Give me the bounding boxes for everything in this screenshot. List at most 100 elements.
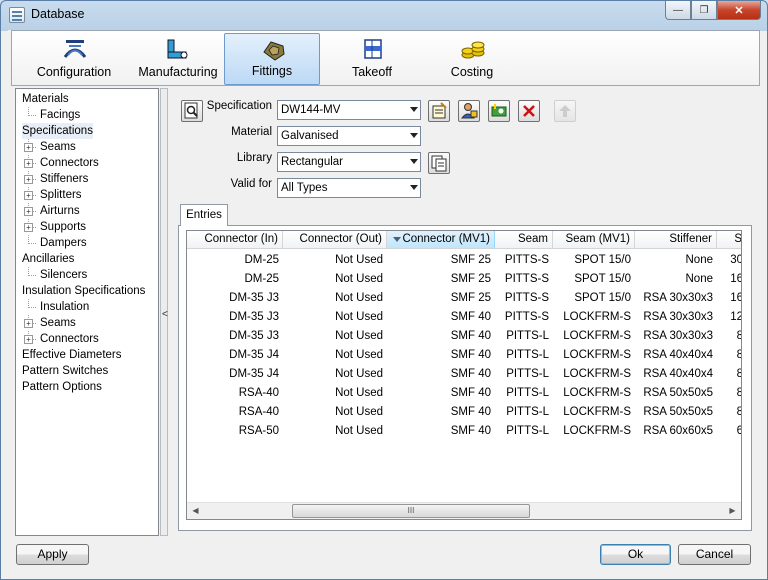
table-row[interactable]: DM-25 Not Used SMF 25 PITTS-S SPOT 15/0 None 3… [187, 251, 742, 270]
up-arrow-icon [559, 105, 571, 117]
tab-entries[interactable]: Entries [180, 204, 228, 226]
upload-button[interactable] [554, 100, 576, 122]
horizontal-scrollbar[interactable]: ◀ III ▶ [187, 502, 741, 519]
table-row[interactable]: DM-35 J4 Not Used SMF 40 PITTS-L LOCKFRM-S RS… [187, 365, 741, 384]
scroll-right-icon[interactable]: ▶ [724, 503, 741, 519]
tree-node[interactable]: Specifications [16, 123, 158, 139]
table-cell: DM-35 J3 [229, 330, 279, 342]
valid-for-select[interactable]: All Types [277, 178, 421, 198]
tree-node[interactable]: Insulation [16, 299, 158, 315]
table-row[interactable]: RSA-40 Not Used SMF 40 PITTS-L LOCKFRM-S RSA … [187, 384, 741, 403]
tree-expand-icon[interactable]: + [24, 207, 33, 216]
table-row[interactable]: RSA-40 Not Used SMF 40 PITTS-L LOCKFRM-S RSA … [187, 403, 741, 422]
table-row[interactable]: RSA-50 Not Used SMF 40 PITTS-L LOCKFRM-S RSA … [187, 422, 741, 441]
scroll-left-icon[interactable]: ◀ [187, 503, 204, 519]
tree-node[interactable]: Insulation Specifications [16, 283, 158, 299]
tree-node[interactable]: + Stiffeners [16, 171, 158, 187]
library-select[interactable]: Rectangular [277, 152, 421, 172]
tree-node[interactable]: + Airturns [16, 203, 158, 219]
tree-node-label: Splitters [40, 189, 82, 201]
library-details-button[interactable] [428, 152, 450, 174]
database-window: Database — ❐ ✕ Configuration Manufacturi… [0, 0, 768, 580]
apply-button[interactable]: Apply [16, 544, 89, 565]
tree-node-label: Pattern Switches [22, 365, 109, 377]
tree-node[interactable]: Effective Diameters [16, 347, 158, 363]
table-cell: SMF 40 [450, 425, 491, 437]
column-header[interactable]: S [717, 231, 741, 249]
table-row[interactable]: DM-35 J3 Not Used SMF 25 PITTS-S SPOT 15/0 RS… [187, 289, 742, 308]
table-cell: LOCKFRM-S [563, 387, 631, 399]
tree-connector-line [28, 307, 36, 308]
tree-expand-icon[interactable]: + [24, 223, 33, 232]
table-cell: 16 [730, 292, 742, 304]
tree-node[interactable]: + Seams [16, 315, 158, 331]
tree-node[interactable]: + Connectors [16, 155, 158, 171]
material-select[interactable]: Galvanised [277, 126, 421, 146]
column-header[interactable]: Seam (MV1) [553, 231, 635, 249]
column-header[interactable]: Stiffener [635, 231, 717, 249]
minimize-button[interactable]: — [665, 1, 691, 20]
tree-node[interactable]: + Supports [16, 219, 158, 235]
table-cell: SMF 40 [450, 349, 491, 361]
delete-specification-button[interactable] [518, 100, 540, 122]
tool-fittings[interactable]: Fittings [224, 33, 320, 85]
tree-expand-icon[interactable]: + [24, 175, 33, 184]
tool-costing[interactable]: Costing [424, 33, 520, 85]
user-icon [460, 103, 478, 119]
new-specification-button[interactable] [488, 100, 510, 122]
tree-node[interactable]: + Seams [16, 139, 158, 155]
tree-collapse-splitter[interactable]: < [160, 88, 168, 536]
table-cell: 30 [730, 254, 742, 266]
maximize-button[interactable]: ❐ [691, 1, 717, 20]
tree-expand-icon[interactable]: + [24, 319, 33, 328]
specification-select[interactable]: DW144-MV [277, 100, 421, 120]
tree-node[interactable]: Dampers [16, 235, 158, 251]
tree-expand-icon[interactable]: + [24, 159, 33, 168]
edit-specification-button[interactable] [428, 100, 450, 122]
table-row[interactable]: DM-35 J3 Not Used SMF 40 PITTS-L LOCKFRM-S RS… [187, 327, 741, 346]
tree-node[interactable]: Pattern Options [16, 379, 158, 395]
tree-expand-icon[interactable]: + [24, 143, 33, 152]
library-label: Library [236, 152, 272, 164]
tree-node[interactable]: Pattern Switches [16, 363, 158, 379]
table-cell: 6 [717, 422, 741, 441]
column-header[interactable]: Connector (Out) [283, 231, 387, 249]
ok-button[interactable]: Ok [600, 544, 671, 565]
tool-takeoff[interactable]: Takeoff [324, 33, 420, 85]
material-value: Galvanised [281, 130, 339, 142]
tree-expand-icon[interactable]: + [24, 335, 33, 344]
column-header[interactable]: Connector (MV1) [387, 231, 495, 249]
tree-node[interactable]: Materials [16, 91, 158, 107]
user-specification-button[interactable] [458, 100, 480, 122]
tree-node[interactable]: + Splitters [16, 187, 158, 203]
scrollbar-thumb[interactable]: III [292, 504, 530, 518]
table-cell: Not Used [335, 311, 383, 323]
table-cell: LOCKFRM-S [563, 349, 631, 361]
tree-node[interactable]: Ancillaries [16, 251, 158, 267]
title-bar[interactable]: Database — ❐ ✕ [1, 1, 767, 29]
table-row[interactable]: DM-35 J3 Not Used SMF 40 PITTS-S LOCKFRM-S RS… [187, 308, 741, 327]
table-cell: RSA 30x30x3 [643, 330, 713, 342]
entries-grid[interactable]: Connector (In) Connector (Out) Connector (… [186, 230, 742, 520]
chevron-down-icon [410, 159, 418, 164]
tree-node[interactable]: Facings [16, 107, 158, 123]
tree-expand-icon[interactable]: + [24, 191, 33, 200]
tree-node-label: Facings [40, 109, 81, 121]
navigation-tree[interactable]: Materials Facings Specifications + Seams + Con… [15, 88, 159, 536]
close-button[interactable]: ✕ [717, 1, 761, 20]
table-cell: Not Used [335, 368, 383, 380]
cancel-button[interactable]: Cancel [678, 544, 751, 565]
table-cell: Not Used [335, 330, 383, 342]
tool-configuration[interactable]: Configuration [26, 33, 122, 85]
tool-manufacturing[interactable]: Manufacturing [128, 33, 228, 85]
tree-node[interactable]: + Connectors [16, 331, 158, 347]
fittings-icon [263, 41, 285, 61]
table-row[interactable]: DM-25 Not Used SMF 25 PITTS-S SPOT 15/0 None 1… [187, 270, 741, 289]
column-header[interactable]: Connector (In) [187, 231, 283, 249]
table-cell: PITTS-L [506, 349, 549, 361]
table-cell: SMF 25 [450, 254, 491, 266]
column-header[interactable]: Seam [495, 231, 553, 249]
tree-node-label: Specifications [22, 123, 93, 139]
table-row[interactable]: DM-35 J4 Not Used SMF 40 PITTS-L LOCKFRM-S RS… [187, 346, 741, 365]
tree-node[interactable]: Silencers [16, 267, 158, 283]
